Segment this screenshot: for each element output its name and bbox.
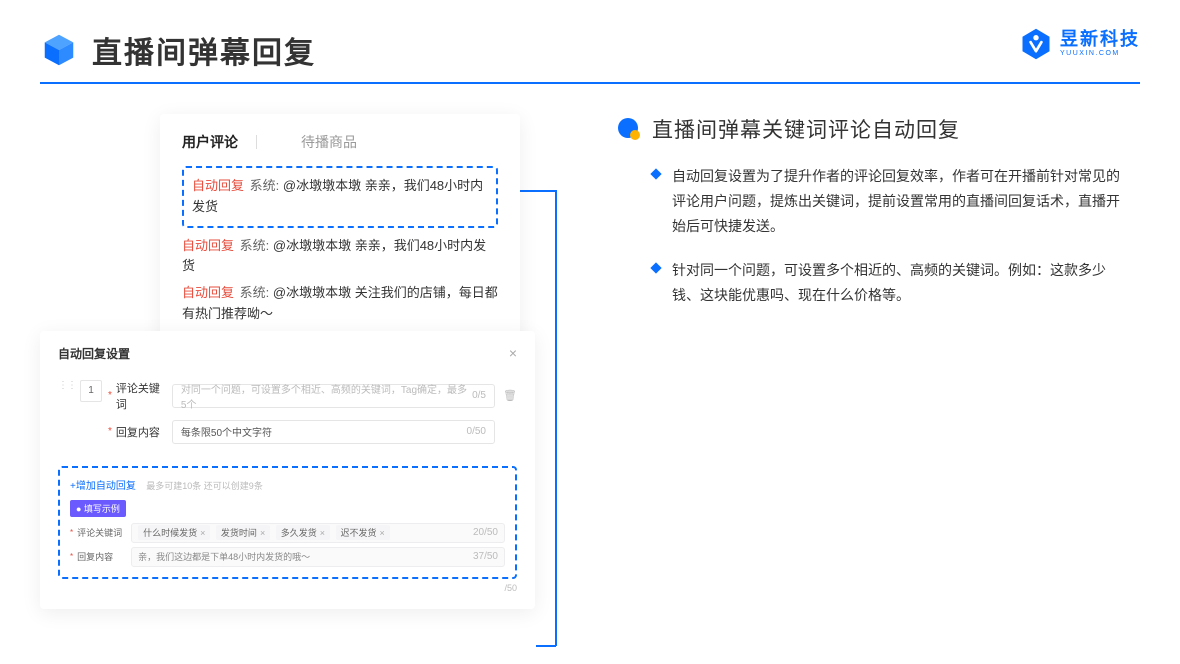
logo-cn: 昱新科技 <box>1060 30 1140 50</box>
content-input[interactable]: 每条限50个中文字符 0/50 <box>172 420 495 444</box>
highlighted-reply: 自动回复 系统: @冰墩墩本墩 亲亲，我们48小时内发货 <box>182 166 498 228</box>
tab-user-comments[interactable]: 用户评论 <box>182 132 238 152</box>
trash-icon[interactable]: 🗑 <box>503 389 517 402</box>
close-icon[interactable]: × <box>509 345 517 361</box>
index-box: 1 <box>80 380 102 402</box>
settings-title: 自动回复设置 <box>58 345 130 362</box>
feature-bullet-2: 针对同一个问题，可设置多个相近的、高频的关键词。例如：这款多少钱、这块能优惠吗、… <box>672 258 1120 308</box>
comment-panel: 用户评论 待播商品 自动回复 系统: @冰墩墩本墩 亲亲，我们48小时内发货 自… <box>160 114 520 355</box>
feature-title: 直播间弹幕关键词评论自动回复 <box>652 114 960 144</box>
tab-products[interactable]: 待播商品 <box>301 132 357 152</box>
feature-bullet-1: 自动回复设置为了提升作者的评论回复效率，作者可在开播前针对常见的评论用户问题，提… <box>672 164 1120 240</box>
page-title: 直播间弹幕回复 <box>92 28 316 72</box>
content-label: 回复内容 <box>116 424 166 440</box>
diamond-bullet-icon <box>650 168 661 179</box>
auto-reply-settings: 自动回复设置 × ⋮⋮ 1 * 评论关键词 对同一个问题，可设置多个相近、高频的… <box>40 331 535 609</box>
example-badge: ● 填写示例 <box>70 500 126 517</box>
example-content-input[interactable]: 亲，我们这边都是下单48小时内发货的哦～ 37/50 <box>131 547 505 567</box>
hexagon-icon <box>1018 26 1054 62</box>
logo-en: YUUXIN.COM <box>1060 50 1140 58</box>
add-auto-reply-link[interactable]: +增加自动回复 <box>70 481 136 492</box>
example-keyword-input[interactable]: 什么时候发货× 发货时间× 多久发货× 迟不发货× 20/50 <box>131 523 505 543</box>
cube-icon <box>40 31 78 69</box>
brand-logo: 昱新科技 YUUXIN.COM <box>1018 26 1140 62</box>
drag-handle-icon[interactable]: ⋮⋮ <box>58 380 76 391</box>
feature-icon <box>616 116 642 142</box>
diamond-bullet-icon <box>650 262 661 273</box>
example-box: +增加自动回复 最多可建10条 还可以创建9条 ● 填写示例 * 评论关键词 什… <box>58 466 517 579</box>
keyword-input[interactable]: 对同一个问题，可设置多个相近、高频的关键词，Tag确定，最多5个 0/5 <box>172 384 495 408</box>
keyword-label: 评论关键词 <box>116 380 166 412</box>
